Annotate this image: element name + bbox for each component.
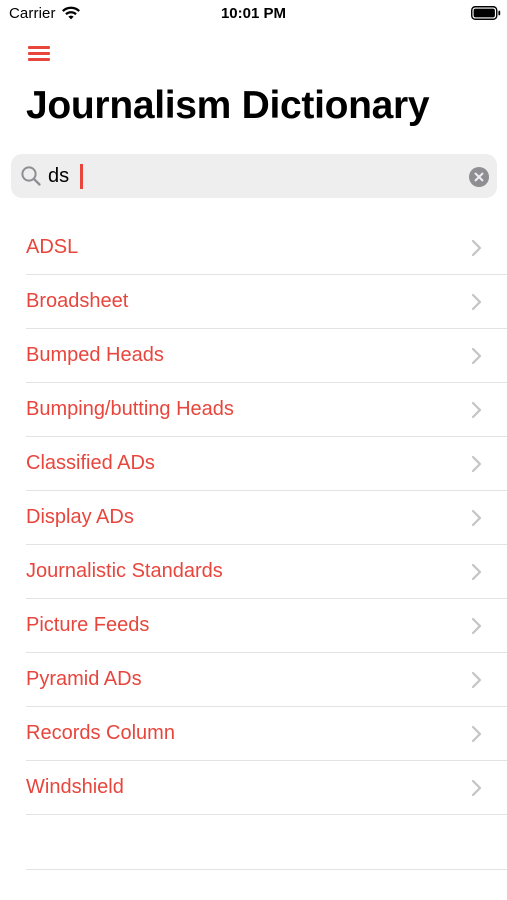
list-item[interactable]: ADSL (0, 221, 507, 275)
list-item[interactable]: Display ADs (0, 491, 507, 545)
list-item[interactable]: Bumped Heads (0, 329, 507, 383)
chevron-right-icon (471, 401, 482, 419)
list-item-label: Bumped Heads (26, 344, 164, 366)
list-item-label: Display ADs (26, 506, 134, 528)
list-item-label: Records Column (26, 722, 175, 744)
chevron-right-icon (471, 671, 482, 689)
list-item[interactable]: Classified ADs (0, 437, 507, 491)
list-item-label: Journalistic Standards (26, 560, 223, 582)
chevron-right-icon (471, 509, 482, 527)
list-item-label: Windshield (26, 776, 124, 798)
list-item-label: Bumping/butting Heads (26, 398, 234, 420)
list-divider (26, 869, 507, 870)
status-bar: Carrier 10:01 PM (0, 0, 507, 30)
results-list: ADSL Broadsheet Bumped Heads Bumping/buttin… (0, 221, 507, 815)
search-bar[interactable]: ds (11, 154, 497, 198)
list-item-label: Broadsheet (26, 290, 129, 312)
list-item-label: Classified ADs (26, 452, 155, 474)
clock-label: 10:01 PM (220, 5, 287, 22)
hamburger-menu-icon[interactable] (26, 44, 52, 64)
x-mark-icon (474, 172, 484, 182)
menu-bar-line (28, 58, 50, 61)
chevron-right-icon (471, 293, 482, 311)
list-divider (26, 814, 507, 815)
text-cursor (80, 164, 83, 189)
chevron-right-icon (471, 725, 482, 743)
list-item[interactable]: Bumping/butting Heads (0, 383, 507, 437)
list-item[interactable]: Records Column (0, 707, 507, 761)
chevron-right-icon (471, 455, 482, 473)
chevron-right-icon (471, 617, 482, 635)
list-item[interactable]: Windshield (0, 761, 507, 815)
list-item[interactable]: Broadsheet (0, 275, 507, 329)
list-item[interactable]: Picture Feeds (0, 599, 507, 653)
chevron-right-icon (471, 779, 482, 797)
battery-icon (471, 6, 501, 20)
clear-x-circle-icon[interactable] (469, 167, 489, 187)
chevron-right-icon (471, 347, 482, 365)
list-item-label: ADSL (26, 236, 79, 258)
menu-bar-line (28, 46, 50, 49)
list-item-label: Picture Feeds (26, 614, 150, 636)
menu-bar-line (28, 52, 50, 55)
magnifying-glass-icon (21, 166, 41, 186)
chevron-right-icon (471, 563, 482, 581)
list-item[interactable]: Journalistic Standards (0, 545, 507, 599)
list-item-label: Pyramid ADs (26, 668, 142, 690)
page-title: Journalism Dictionary (26, 84, 430, 127)
list-item[interactable]: Pyramid ADs (0, 653, 507, 707)
search-input[interactable]: ds (48, 165, 69, 187)
chevron-right-icon (471, 239, 482, 257)
